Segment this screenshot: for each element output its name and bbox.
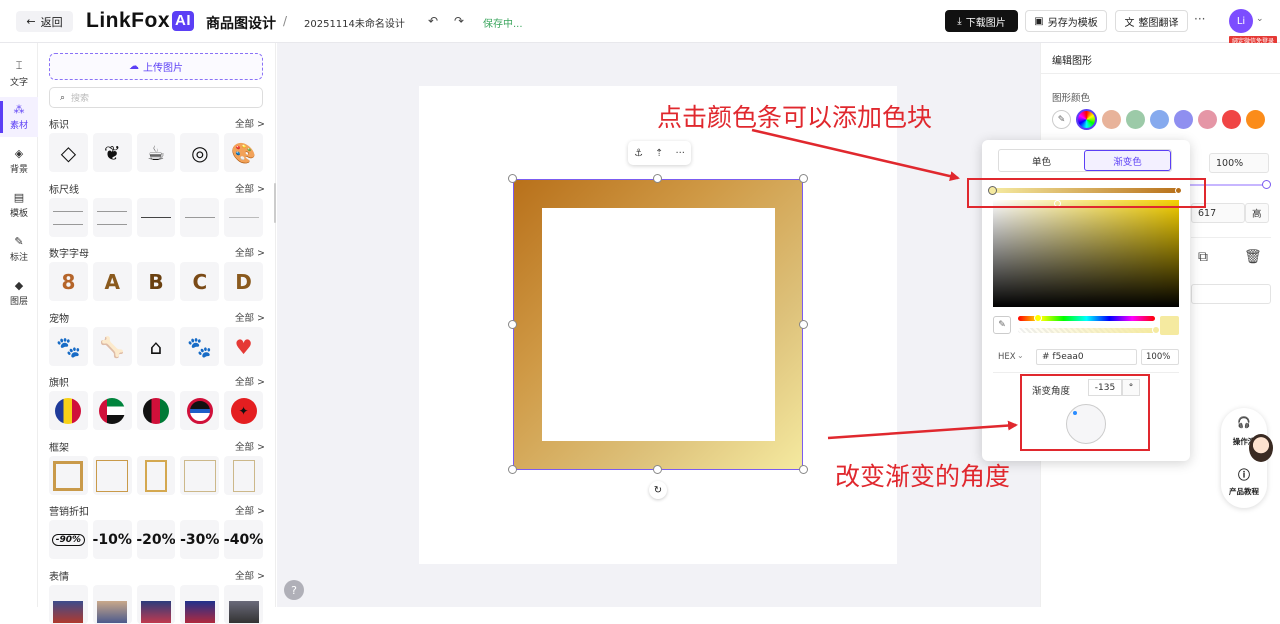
arrow-to-gradient-bar: [751, 128, 960, 182]
question-icon[interactable]: ⓘ: [1221, 466, 1267, 483]
headset-icon[interactable]: 🎧: [1221, 416, 1267, 429]
arrow-to-angle-dial: [827, 420, 1018, 440]
assistant-avatar[interactable]: [1249, 434, 1273, 462]
product-tutorial-link[interactable]: 产品教程: [1221, 486, 1267, 497]
annotation-arrows: [751, 128, 1018, 440]
